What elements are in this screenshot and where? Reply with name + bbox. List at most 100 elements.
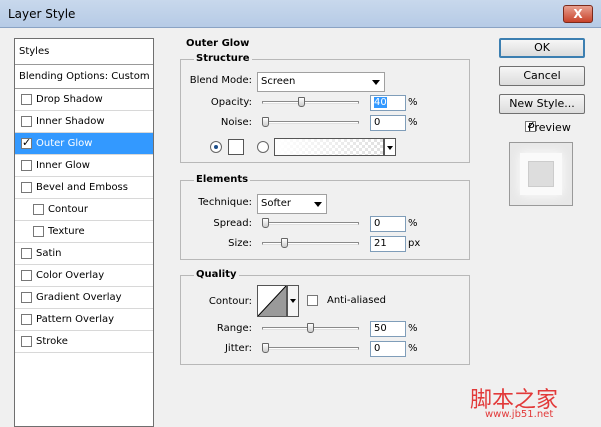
styles-header[interactable]: Styles: [15, 39, 153, 65]
style-item-label: Texture: [48, 226, 85, 237]
opacity-slider-thumb[interactable]: [297, 97, 305, 107]
range-input[interactable]: 50: [370, 321, 406, 337]
ok-button[interactable]: OK: [499, 38, 585, 58]
spread-input[interactable]: 0: [370, 216, 406, 232]
gradient-dropdown[interactable]: [384, 138, 396, 156]
blending-options-item[interactable]: Blending Options: Custom: [15, 65, 153, 89]
jitter-slider[interactable]: [262, 347, 359, 350]
noise-slider[interactable]: [262, 121, 359, 124]
opacity-slider[interactable]: [262, 101, 359, 104]
size-slider-thumb[interactable]: [280, 238, 288, 248]
spread-slider-thumb[interactable]: [262, 218, 269, 228]
style-item-label: Inner Glow: [36, 160, 90, 171]
style-checkbox[interactable]: [21, 116, 32, 127]
noise-input[interactable]: 0: [370, 115, 406, 131]
noise-label: Noise:: [220, 117, 252, 128]
style-checkbox[interactable]: [21, 136, 32, 149]
jitter-input[interactable]: 0: [370, 341, 406, 357]
contour-dropdown[interactable]: [287, 285, 299, 317]
style-preview-thumbnail: [509, 142, 573, 206]
style-item-inner-shadow[interactable]: Inner Shadow: [15, 111, 153, 133]
opacity-unit: %: [408, 97, 418, 108]
spread-label: Spread:: [213, 218, 252, 229]
style-item-texture[interactable]: Texture: [15, 221, 153, 243]
jitter-label: Jitter:: [224, 343, 252, 354]
style-checkbox[interactable]: [21, 336, 32, 347]
style-checkbox[interactable]: [33, 204, 44, 215]
spread-slider[interactable]: [262, 222, 359, 225]
range-slider-thumb[interactable]: [306, 323, 314, 333]
preview-inner-square: [528, 161, 554, 187]
style-item-label: Pattern Overlay: [36, 314, 115, 325]
gradient-radio[interactable]: [257, 141, 269, 153]
style-item-label: Drop Shadow: [36, 94, 103, 105]
panel-title: Outer Glow: [186, 38, 250, 49]
range-unit: %: [408, 323, 418, 334]
jitter-unit: %: [408, 343, 418, 354]
quality-title: Quality: [194, 269, 239, 280]
style-item-label: Bevel and Emboss: [36, 182, 128, 193]
elements-title: Elements: [194, 174, 251, 185]
style-checkbox[interactable]: [21, 160, 32, 171]
color-radio[interactable]: [210, 141, 222, 153]
contour-curve-icon: [257, 285, 287, 317]
opacity-input[interactable]: 40: [370, 95, 406, 111]
watermark-url: www.jb51.net: [485, 409, 554, 420]
style-item-stroke[interactable]: Stroke: [15, 331, 153, 353]
technique-select[interactable]: Softer: [257, 194, 327, 214]
style-checkbox[interactable]: [21, 292, 32, 303]
glow-color-swatch[interactable]: [228, 139, 244, 155]
style-checkbox[interactable]: [21, 182, 32, 193]
close-button[interactable]: X: [563, 5, 593, 23]
blend-mode-select[interactable]: Screen: [257, 72, 385, 92]
chevron-down-icon: [290, 299, 296, 303]
title-bar: [0, 0, 601, 28]
style-checkbox[interactable]: [33, 226, 44, 237]
style-checkbox[interactable]: [21, 314, 32, 325]
preview-label: Preview: [528, 121, 571, 134]
style-item-inner-glow[interactable]: Inner Glow: [15, 155, 153, 177]
styles-list: Styles Blending Options: Custom Drop Sha…: [14, 38, 154, 427]
anti-aliased-checkbox[interactable]: [307, 295, 318, 306]
style-item-satin[interactable]: Satin: [15, 243, 153, 265]
size-input[interactable]: 21: [370, 236, 406, 252]
style-item-label: Color Overlay: [36, 270, 105, 281]
noise-unit: %: [408, 117, 418, 128]
style-item-gradient-overlay[interactable]: Gradient Overlay: [15, 287, 153, 309]
technique-label: Technique:: [198, 197, 252, 208]
style-item-label: Gradient Overlay: [36, 292, 122, 303]
style-item-outer-glow[interactable]: Outer Glow: [15, 133, 153, 155]
style-item-color-overlay[interactable]: Color Overlay: [15, 265, 153, 287]
anti-aliased-label: Anti-aliased: [327, 295, 387, 306]
size-slider[interactable]: [262, 242, 359, 245]
spread-unit: %: [408, 218, 418, 229]
chevron-down-icon: [387, 146, 393, 150]
style-checkbox[interactable]: [21, 94, 32, 105]
new-style-button[interactable]: New Style...: [499, 94, 585, 114]
style-item-label: Contour: [48, 204, 88, 215]
range-label: Range:: [216, 323, 252, 334]
style-item-label: Inner Shadow: [36, 116, 105, 127]
structure-title: Structure: [194, 53, 252, 64]
contour-label: Contour:: [208, 296, 252, 307]
style-item-label: Stroke: [36, 336, 68, 347]
style-item-pattern-overlay[interactable]: Pattern Overlay: [15, 309, 153, 331]
style-item-contour[interactable]: Contour: [15, 199, 153, 221]
size-unit: px: [408, 238, 421, 249]
chevron-down-icon: [314, 202, 322, 207]
style-checkbox[interactable]: [21, 248, 32, 259]
chevron-down-icon: [372, 80, 380, 85]
style-item-drop-shadow[interactable]: Drop Shadow: [15, 89, 153, 111]
style-checkbox[interactable]: [21, 270, 32, 281]
close-icon: X: [573, 7, 583, 21]
style-item-bevel-and-emboss[interactable]: Bevel and Emboss: [15, 177, 153, 199]
noise-slider-thumb[interactable]: [262, 117, 269, 127]
size-label: Size:: [228, 238, 252, 249]
contour-picker[interactable]: [257, 285, 287, 317]
style-item-label: Satin: [36, 248, 62, 259]
glow-gradient-picker[interactable]: [274, 138, 384, 156]
window-title: Layer Style: [8, 7, 76, 21]
style-item-label: Outer Glow: [36, 138, 93, 149]
cancel-button[interactable]: Cancel: [499, 66, 585, 86]
jitter-slider-thumb[interactable]: [262, 343, 269, 353]
